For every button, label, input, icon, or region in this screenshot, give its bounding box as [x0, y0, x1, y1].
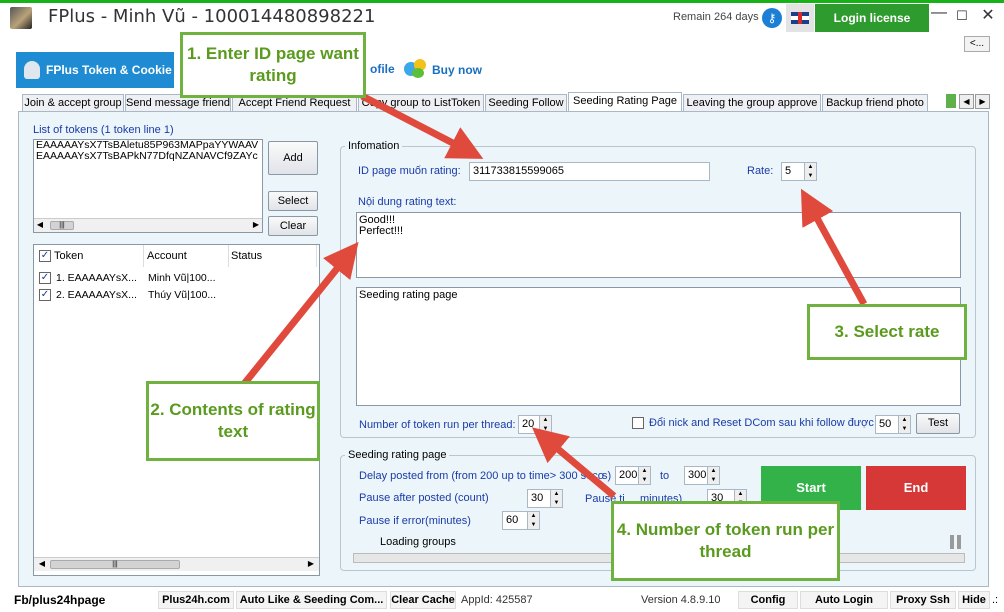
callout-token-thread: 4. Number of token run per thread — [611, 501, 840, 581]
callout-enter-id: 1. Enter ID page want rating — [180, 32, 366, 98]
callout-select-rate: 3. Select rate — [807, 304, 967, 360]
callout-rating-text: 2. Contents of rating text — [146, 381, 320, 461]
arrow-to-rate — [800, 188, 868, 306]
arrow-to-content — [241, 241, 359, 387]
arrow-to-threads — [531, 427, 617, 499]
arrow-to-id-page — [360, 92, 484, 159]
